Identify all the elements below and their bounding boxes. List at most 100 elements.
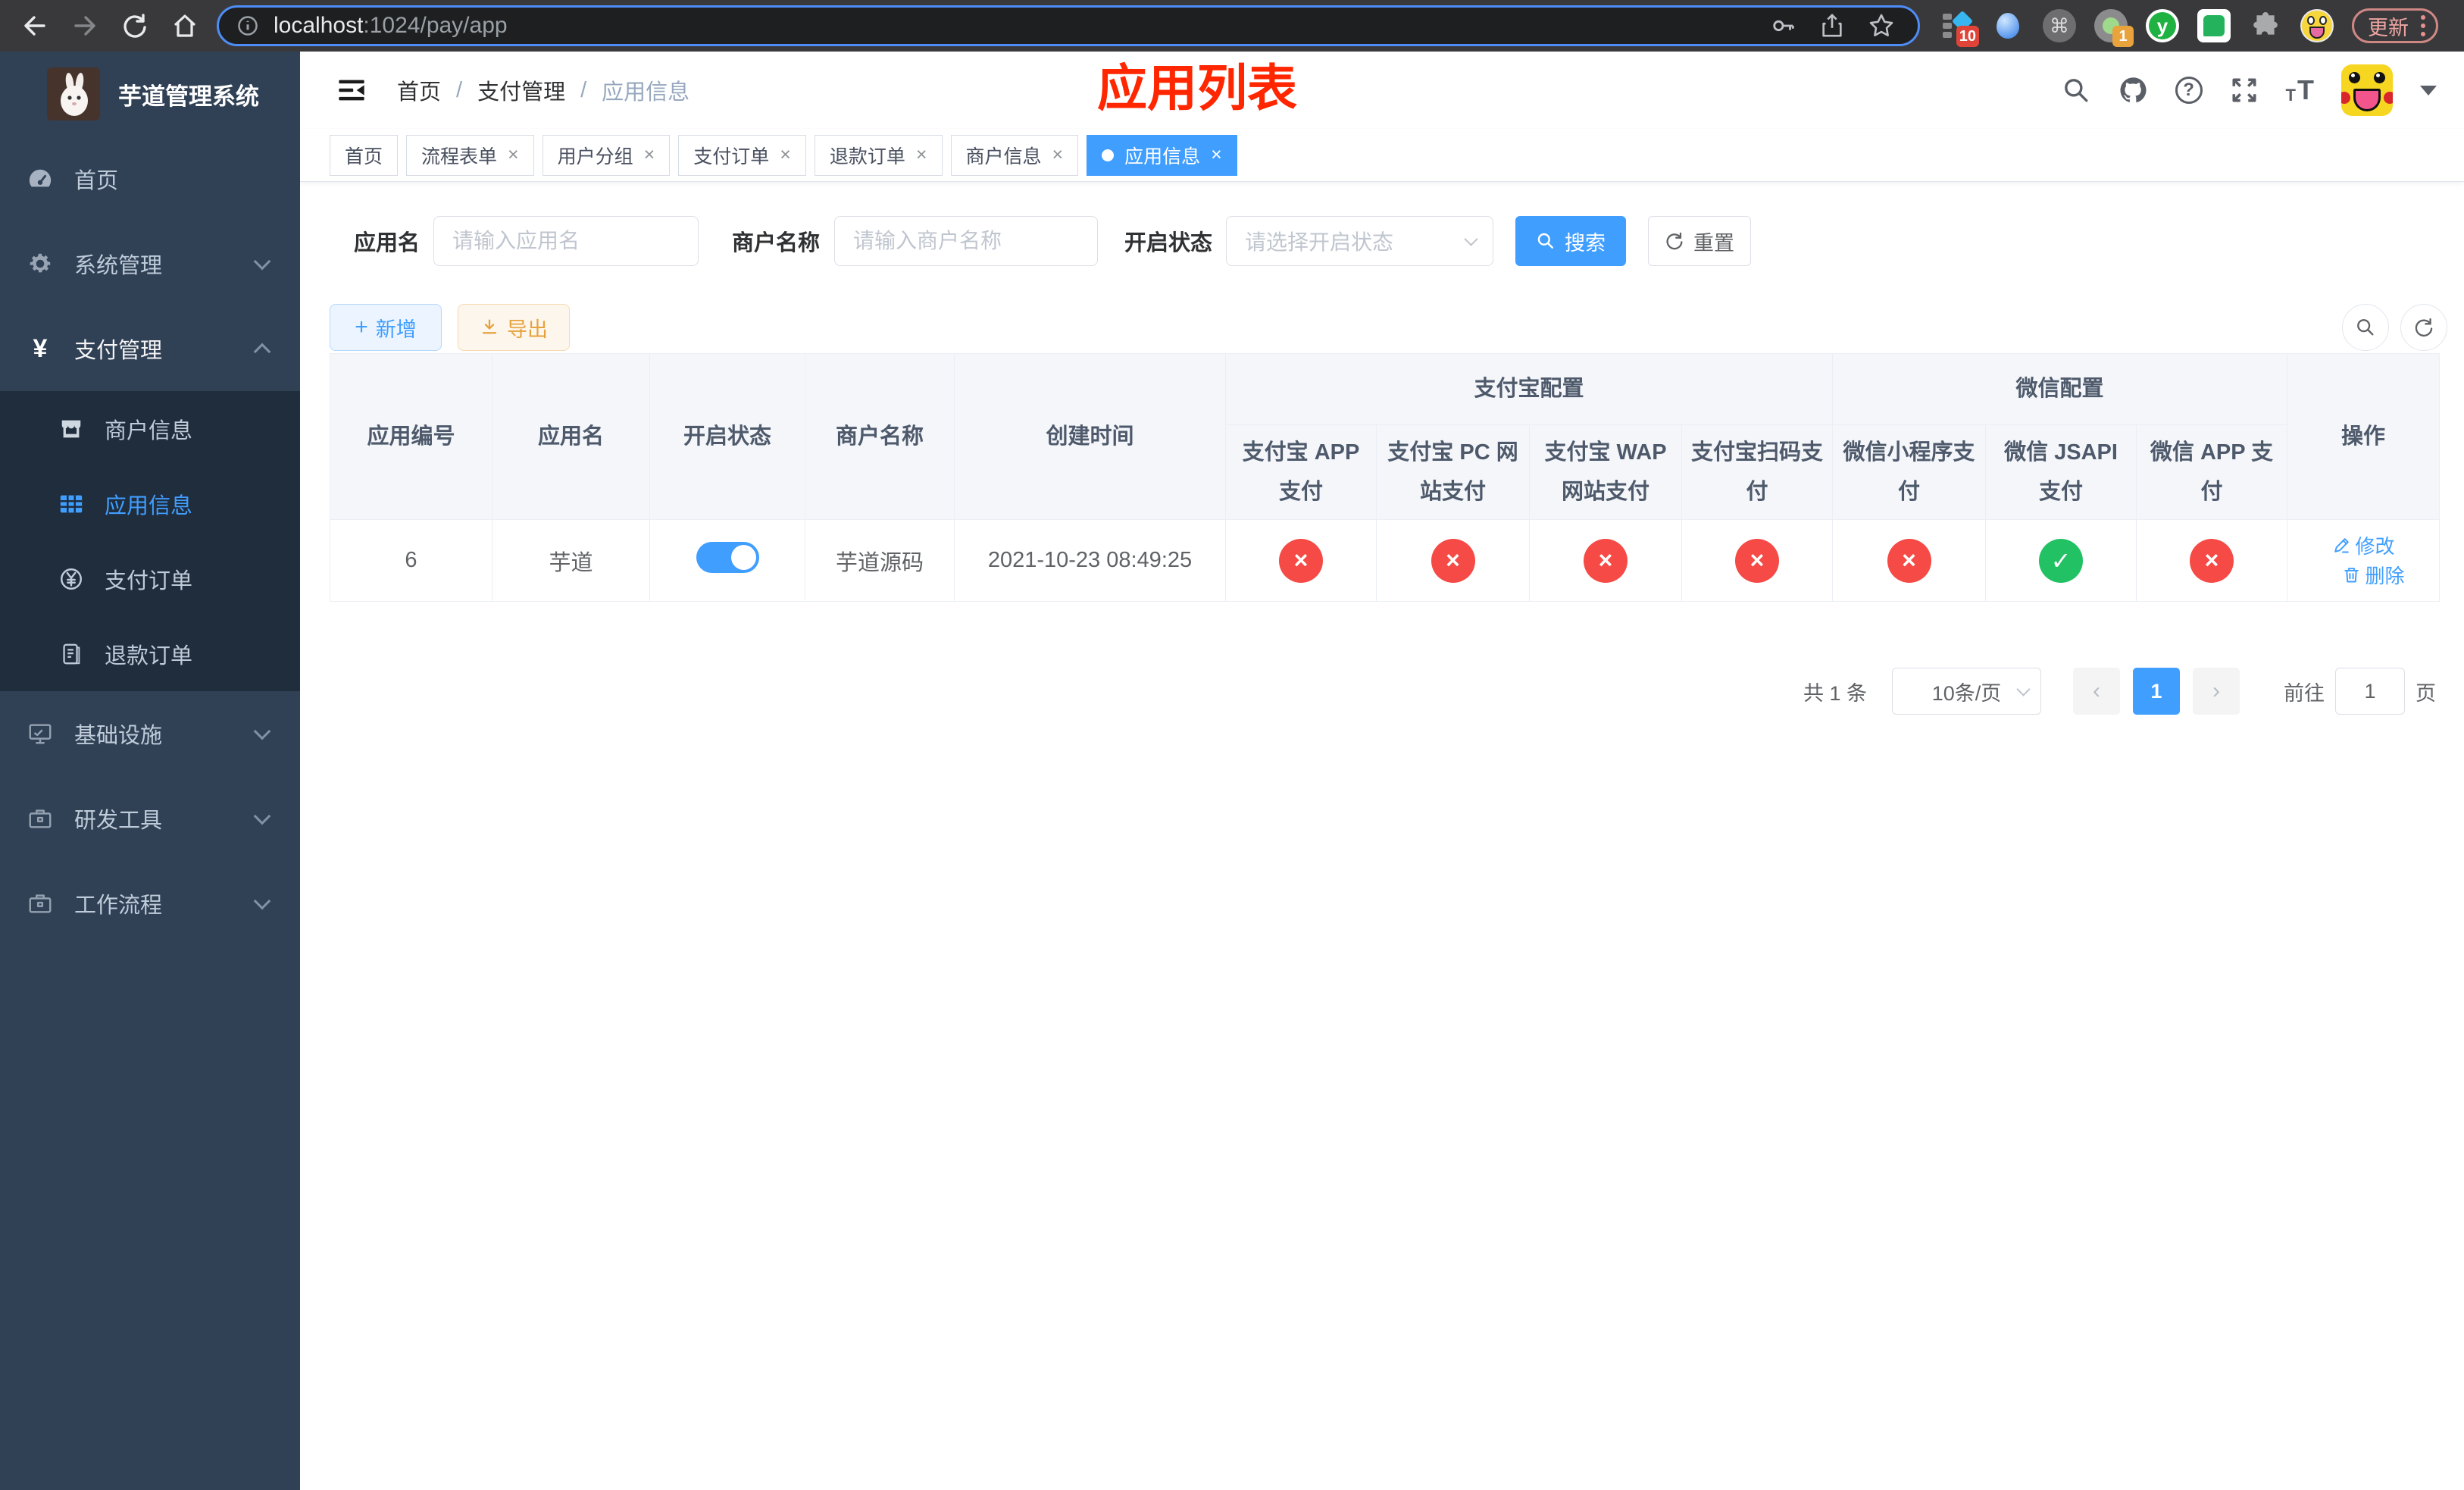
col-header-wechat-jsapi: 微信 JSAPI 支付	[1985, 424, 2137, 521]
sidebar-subitem-pay-order[interactable]: 支付订单	[0, 541, 300, 616]
breadcrumb-home[interactable]: 首页	[397, 74, 441, 106]
status-label: 开启状态	[1124, 231, 1213, 255]
page-number-current[interactable]: 1	[2133, 668, 2180, 715]
refresh-icon	[2415, 318, 2433, 337]
sidebar-item-devtools[interactable]: 研发工具	[0, 776, 300, 861]
col-header-actions: 操作	[2287, 352, 2441, 521]
col-header-merchant: 商户名称	[805, 352, 955, 521]
close-icon[interactable]	[508, 146, 519, 164]
top-navbar: 首页 / 支付管理 / 应用信息 应用列表	[300, 52, 2464, 129]
cell-actions: 修改 删除	[2287, 519, 2441, 603]
extension-emoji-icon[interactable]	[2300, 9, 2334, 42]
reset-button[interactable]: 重置	[1648, 216, 1752, 266]
status-select-placeholder: 请选择开启状态	[1245, 230, 1394, 254]
tags-view-bar: 首页 流程表单 用户分组 支付订单 退款订单 商户信息 应用信息	[300, 129, 2464, 182]
sidebar-item-infra[interactable]: 基础设施	[0, 691, 300, 776]
tab-app-info-active[interactable]: 应用信息	[1087, 134, 1237, 176]
export-button[interactable]: 导出	[458, 304, 570, 351]
sidebar-logo[interactable]: 芋道管理系统	[0, 52, 300, 136]
page-size-select[interactable]: 10条/页	[1892, 668, 2041, 715]
password-key-icon[interactable]	[1771, 13, 1796, 39]
status-select[interactable]: 请选择开启状态	[1226, 216, 1494, 266]
user-avatar[interactable]	[2341, 64, 2393, 116]
edit-link[interactable]: 修改	[2332, 531, 2395, 559]
tab-process-form[interactable]: 流程表单	[406, 134, 534, 176]
extensions-puzzle-icon[interactable]	[2249, 9, 2282, 42]
prev-page-button[interactable]: ‹	[2073, 668, 2120, 715]
back-icon[interactable]	[20, 11, 50, 41]
chevron-down-icon	[1464, 231, 1478, 246]
group-header-wechat: 微信配置	[1832, 353, 2288, 425]
goto-page-input[interactable]	[2335, 668, 2405, 715]
grid-icon	[55, 491, 88, 517]
tab-refund-order[interactable]: 退款订单	[814, 134, 943, 176]
close-icon[interactable]	[916, 146, 927, 164]
next-page-button[interactable]: ›	[2193, 668, 2240, 715]
merchant-name-label: 商户名称	[732, 231, 821, 255]
chevron-up-icon	[253, 343, 271, 361]
tab-user-group[interactable]: 用户分组	[542, 134, 671, 176]
extension-y-icon[interactable]: y	[2146, 9, 2179, 42]
merchant-name-input[interactable]	[834, 216, 1099, 266]
extension-badge: 1	[2112, 26, 2134, 47]
tab-merchant-info[interactable]: 商户信息	[950, 134, 1079, 176]
tab-label: 商户信息	[965, 146, 1042, 167]
breadcrumb-current: 应用信息	[602, 80, 690, 105]
extension-balloon-icon[interactable]	[1991, 9, 2025, 42]
sidebar-item-home[interactable]: 首页	[0, 136, 300, 221]
user-menu-caret-icon[interactable]	[2420, 85, 2437, 95]
delete-link[interactable]: 删除	[2342, 561, 2405, 589]
cell-created: 2021-10-23 08:49:25	[954, 519, 1226, 603]
download-icon	[482, 319, 497, 334]
total-count: 共 1 条	[1803, 681, 1867, 705]
extension-recorder-icon[interactable]: 1	[2094, 9, 2134, 47]
search-button[interactable]: 搜索	[1515, 216, 1627, 266]
close-icon[interactable]	[1211, 146, 1222, 164]
sidebar-subitem-app[interactable]: 应用信息	[0, 466, 300, 541]
share-icon[interactable]	[1819, 13, 1845, 39]
refresh-table-button[interactable]	[2400, 304, 2447, 351]
sidebar-item-payment[interactable]: ¥ 支付管理	[0, 306, 300, 391]
chevron-down-icon	[253, 722, 271, 740]
search-icon	[2357, 319, 2374, 336]
github-icon[interactable]	[2118, 75, 2148, 105]
table-row: 6 芋道 芋道源码 2021-10-23 08:49:25 × × × × × …	[330, 519, 2441, 603]
add-button-label: 新增	[375, 318, 417, 341]
close-icon[interactable]	[1052, 146, 1064, 164]
fullscreen-icon[interactable]	[2230, 76, 2259, 105]
sidebar-item-workflow[interactable]: 工作流程	[0, 861, 300, 946]
app-name-input[interactable]	[433, 216, 699, 266]
bookmark-star-icon[interactable]	[1868, 12, 1895, 39]
site-info-icon[interactable]	[236, 14, 260, 38]
toggle-search-button[interactable]	[2342, 304, 2389, 351]
home-icon[interactable]	[170, 11, 200, 41]
breadcrumb-payment[interactable]: 支付管理	[477, 74, 565, 106]
header-search-icon[interactable]	[2062, 76, 2090, 105]
close-icon[interactable]	[780, 146, 791, 164]
sidebar-item-label: 首页	[74, 169, 119, 193]
forward-icon[interactable]	[70, 11, 100, 41]
extension-chat-icon[interactable]	[2197, 9, 2231, 42]
sidebar-collapse-icon[interactable]	[336, 75, 367, 105]
extension-command-icon[interactable]	[2043, 9, 2076, 42]
sidebar-item-system[interactable]: 系统管理	[0, 221, 300, 306]
add-button[interactable]: 新增	[330, 304, 442, 351]
url-text: localhost:1024/pay/app	[274, 13, 508, 39]
col-header-wechat-mini: 微信小程序支付	[1832, 424, 1987, 521]
sidebar-subitem-merchant[interactable]: 商户信息	[0, 391, 300, 466]
enabled-switch[interactable]	[696, 542, 759, 574]
reload-icon[interactable]	[120, 11, 150, 41]
edit-link-label: 修改	[2355, 534, 2395, 558]
sidebar-subitem-refund-order[interactable]: 退款订单	[0, 616, 300, 691]
tab-pay-order[interactable]: 支付订单	[678, 134, 806, 176]
col-header-wechat-app: 微信 APP 支付	[2136, 424, 2288, 521]
help-icon[interactable]	[2175, 77, 2203, 104]
browser-menu-icon[interactable]	[2421, 15, 2425, 36]
close-icon[interactable]	[644, 146, 655, 164]
font-size-icon[interactable]	[2286, 77, 2314, 104]
tab-home[interactable]: 首页	[330, 134, 399, 176]
extension-blocks-icon[interactable]: 10	[1940, 9, 1979, 47]
delete-link-label: 删除	[2365, 564, 2405, 587]
address-bar[interactable]: localhost:1024/pay/app	[217, 5, 1920, 46]
browser-update-button[interactable]: 更新	[2352, 8, 2438, 43]
